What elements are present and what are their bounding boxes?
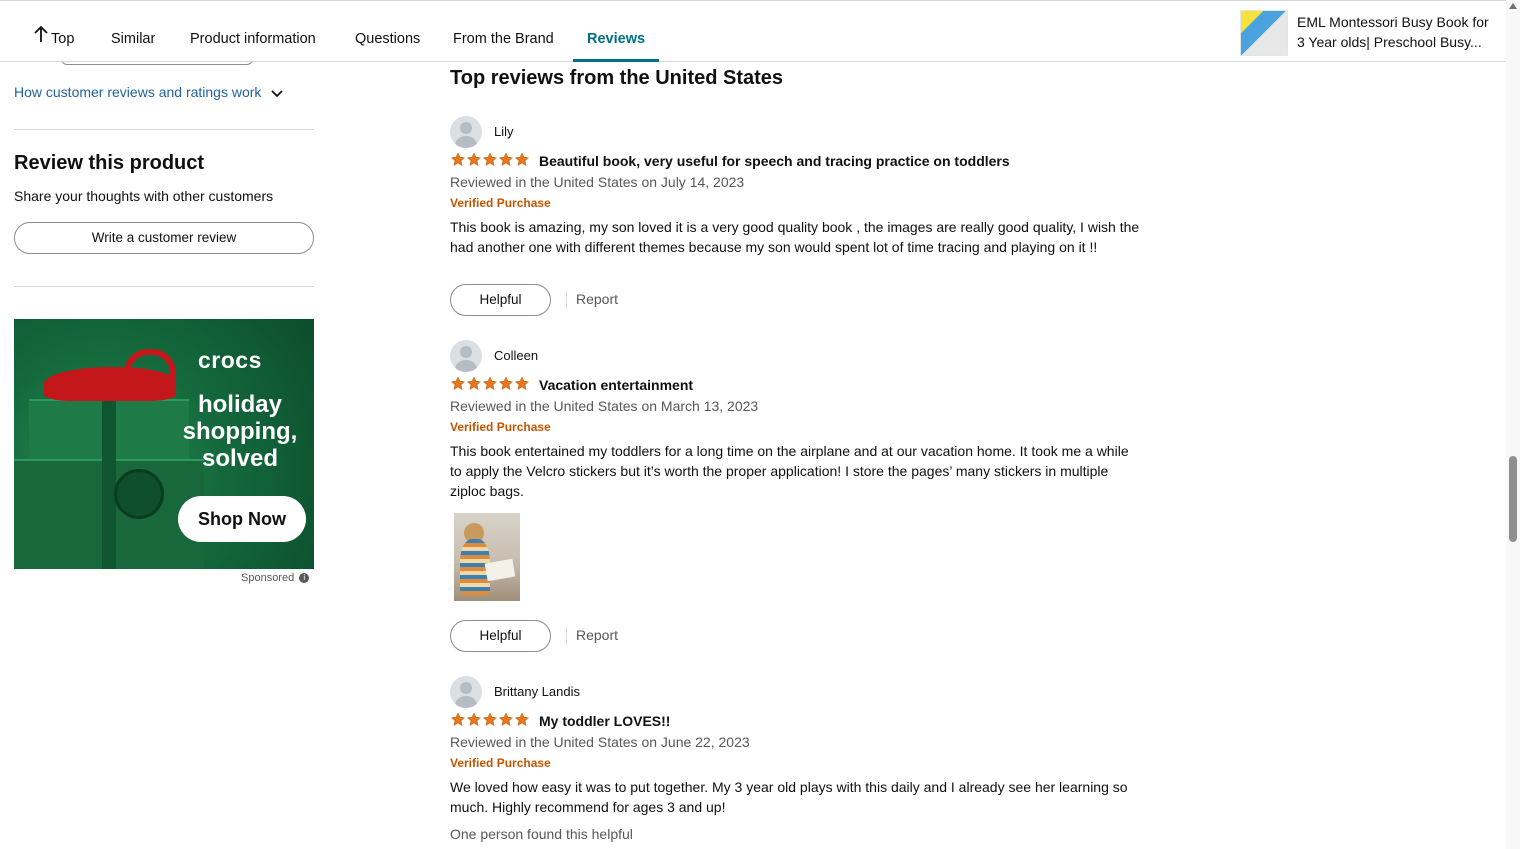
review-photo[interactable] xyxy=(454,513,520,601)
scroll-up-icon[interactable] xyxy=(1509,3,1517,9)
nav-reviews-tab[interactable]: Reviews xyxy=(572,1,660,62)
arrow-up-icon xyxy=(34,1,48,77)
star-icon xyxy=(466,376,482,390)
helpful-button[interactable]: Helpful xyxy=(450,284,551,316)
verified-purchase-badge: Verified Purchase xyxy=(450,756,551,770)
nav-top-link[interactable]: Top xyxy=(34,1,74,61)
star-icon xyxy=(498,712,514,726)
star-icon xyxy=(498,152,514,166)
sponsored-label[interactable]: Sponsored i xyxy=(241,572,310,584)
helpful-button[interactable]: Helpful xyxy=(450,620,551,652)
how-reviews-work-label: How customer reviews and ratings work xyxy=(14,84,262,100)
review-date: Reviewed in the United States on June 22… xyxy=(450,734,750,750)
nav-from-brand-tab[interactable]: From the Brand xyxy=(453,1,554,61)
review-date: Reviewed in the United States on March 1… xyxy=(450,398,759,414)
review-product-subtext: Share your thoughts with other customers xyxy=(14,188,274,204)
write-review-button[interactable]: Write a customer review xyxy=(14,222,314,254)
chevron-down-icon xyxy=(271,85,283,101)
star-icon xyxy=(482,376,498,390)
review-title[interactable]: Beautiful book, very useful for speech a… xyxy=(539,153,1010,169)
ad-shop-now-button[interactable]: Shop Now xyxy=(178,496,306,542)
reviewer-name[interactable]: Brittany Landis xyxy=(494,684,580,699)
sticky-nav-bar: Top Similar Product information Question… xyxy=(0,0,1506,62)
how-reviews-work-link[interactable]: How customer reviews and ratings work xyxy=(14,84,283,101)
review-date: Reviewed in the United States on July 14… xyxy=(450,174,745,190)
ad-headline: holiday shopping, solved xyxy=(182,391,298,472)
star-icon xyxy=(450,376,466,390)
top-reviews-heading: Top reviews from the United States xyxy=(450,67,784,89)
reviewer-name[interactable]: Lily xyxy=(494,124,514,139)
report-link[interactable]: Report xyxy=(576,291,618,307)
page-scrollbar[interactable] xyxy=(1506,0,1520,849)
star-icon xyxy=(466,712,482,726)
sidebar-divider xyxy=(14,286,314,287)
star-icon xyxy=(514,376,530,390)
verified-purchase-badge: Verified Purchase xyxy=(450,420,551,434)
review-title[interactable]: My toddler LOVES!! xyxy=(539,713,670,729)
star-icon xyxy=(514,712,530,726)
star-icon xyxy=(482,152,498,166)
scroll-thumb[interactable] xyxy=(1509,456,1517,542)
star-rating[interactable] xyxy=(450,712,530,728)
verified-purchase-badge: Verified Purchase xyxy=(450,196,551,210)
divider xyxy=(566,292,567,308)
review-title[interactable]: Vacation entertainment xyxy=(539,377,693,393)
star-icon xyxy=(514,152,530,166)
avatar-icon xyxy=(450,340,482,372)
review-body: We loved how easy it was to put together… xyxy=(450,779,1128,815)
star-icon xyxy=(450,152,466,166)
sidebar-divider xyxy=(14,129,314,130)
divider xyxy=(566,628,567,644)
sponsored-ad-banner[interactable]: crocs holiday shopping, solved Shop Now xyxy=(14,319,314,569)
review-body: This book entertained my toddlers for a … xyxy=(450,443,1129,499)
reviewer-name[interactable]: Colleen xyxy=(494,348,538,363)
product-thumbnail[interactable] xyxy=(1240,10,1288,56)
report-link[interactable]: Report xyxy=(576,627,618,643)
clog-strap-image xyxy=(124,349,176,379)
ribbon-image xyxy=(102,399,116,569)
star-rating[interactable] xyxy=(450,376,530,392)
star-icon xyxy=(482,712,498,726)
avatar-icon xyxy=(450,116,482,148)
nav-top-label: Top xyxy=(51,31,75,47)
nav-product-information-tab[interactable]: Product information xyxy=(190,1,316,61)
star-icon xyxy=(466,152,482,166)
star-rating[interactable] xyxy=(450,152,530,168)
review-body: This book is amazing, my son loved it is… xyxy=(450,219,1140,255)
sponsored-text: Sponsored xyxy=(241,572,295,584)
photo-book xyxy=(484,558,516,582)
review-product-heading: Review this product xyxy=(14,152,205,174)
info-icon[interactable]: i xyxy=(299,573,310,584)
avatar-icon xyxy=(450,676,482,708)
nav-questions-tab[interactable]: Questions xyxy=(355,1,420,61)
found-helpful-text: One person found this helpful xyxy=(450,826,633,842)
nav-similar-tab[interactable]: Similar xyxy=(111,1,155,61)
star-icon xyxy=(498,376,514,390)
product-title-link[interactable]: EML Montessori Busy Book for 3 Year olds… xyxy=(1297,12,1497,52)
ad-brand-logo: crocs xyxy=(198,347,262,373)
bow-image xyxy=(114,469,164,519)
star-icon xyxy=(450,712,466,726)
